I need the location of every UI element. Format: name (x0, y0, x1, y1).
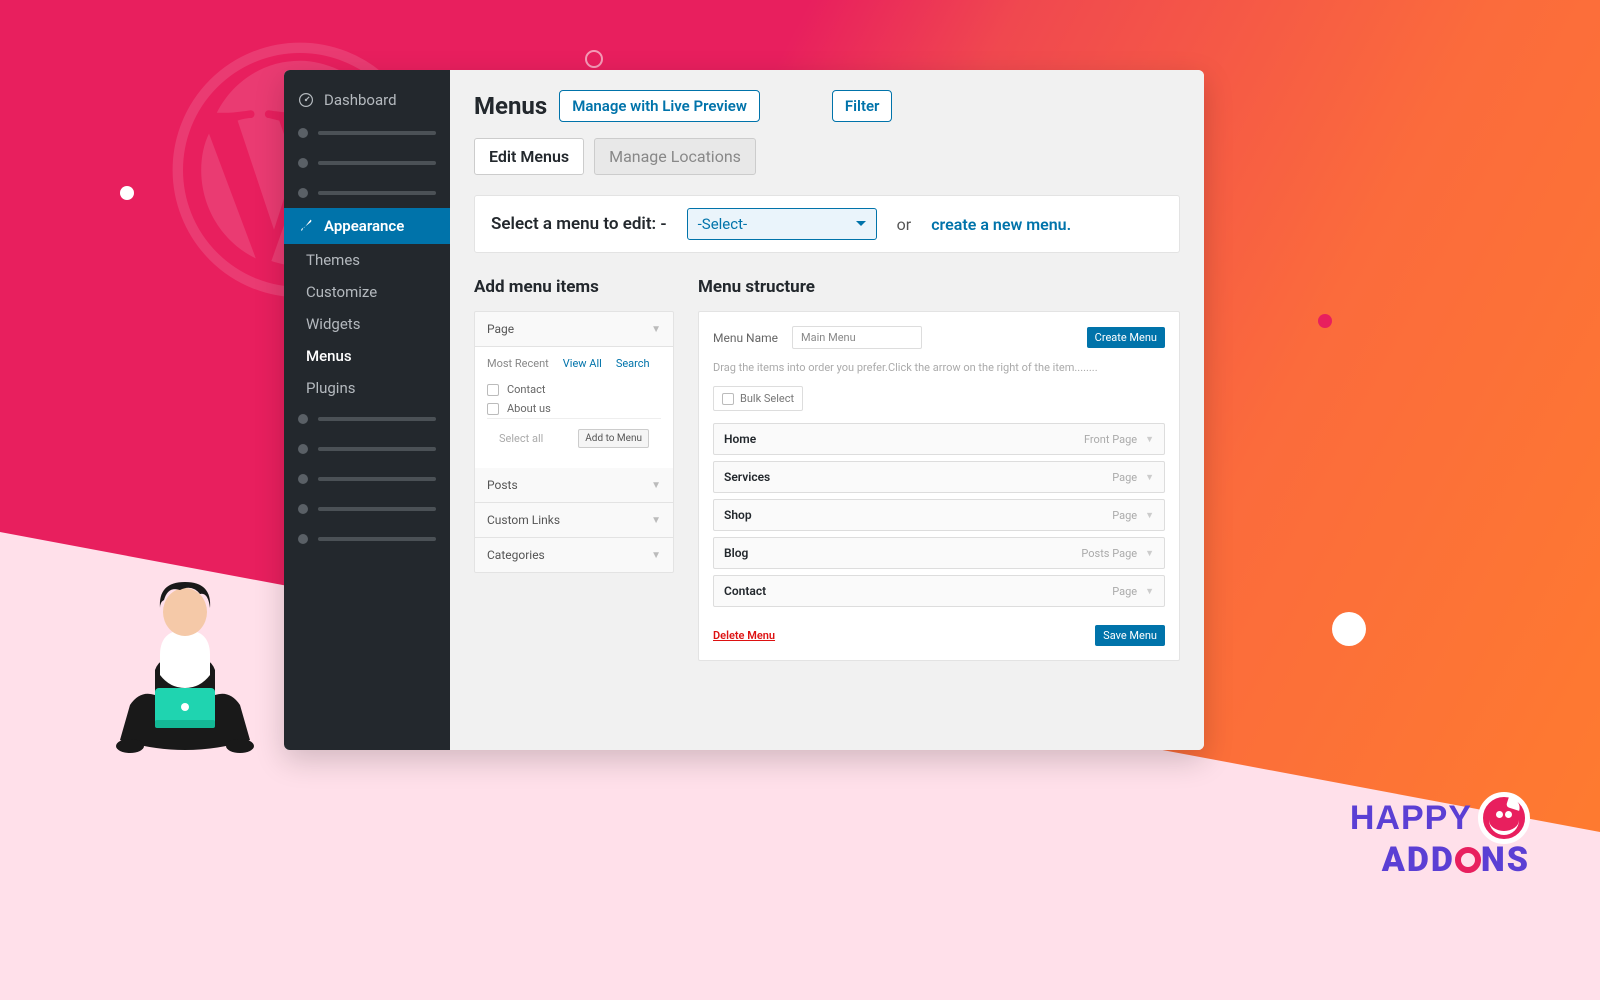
acc-categories-label: Categories (487, 548, 545, 562)
select-all-link[interactable]: Select all (499, 432, 543, 445)
delete-menu-link[interactable]: Delete Menu (713, 629, 775, 642)
acc-posts-label: Posts (487, 478, 518, 492)
checkbox-icon[interactable] (487, 384, 499, 396)
menu-name-label: Menu Name (713, 331, 778, 345)
deco-dot-icon (1318, 314, 1332, 328)
sidebar-placeholder (284, 464, 450, 494)
sidebar-dashboard-label: Dashboard (324, 91, 397, 109)
page-item-contact[interactable]: Contact (487, 380, 661, 399)
menu-structure-heading: Menu structure (698, 277, 1180, 297)
sidebar-placeholder (284, 178, 450, 208)
menu-item-type: Posts Page (1081, 547, 1137, 560)
sidebar-sub-themes[interactable]: Themes (284, 244, 450, 276)
admin-panel: Dashboard Appearance Themes Customize Wi… (284, 70, 1204, 750)
happyaddons-logo: HAPPY ADDNS (1350, 792, 1530, 880)
or-text: or (897, 215, 912, 234)
filter-button[interactable]: Filter (832, 90, 893, 122)
page-item-label: About us (507, 402, 551, 415)
deco-dot-icon (1332, 612, 1366, 646)
menu-item-type: Page (1112, 471, 1137, 484)
tab-most-recent[interactable]: Most Recent (487, 357, 549, 370)
menu-item-label: Contact (724, 584, 766, 598)
admin-sidebar: Dashboard Appearance Themes Customize Wi… (284, 70, 450, 750)
smiley-face-icon (1478, 792, 1530, 844)
chevron-down-icon: ▼ (651, 515, 661, 526)
add-items-heading: Add menu items (474, 277, 674, 297)
menu-structure-panel: Menu Name Create Menu Drag the items int… (698, 311, 1180, 661)
add-items-panel: Page ▼ Most Recent View All Search Conta… (474, 311, 674, 573)
bulk-select-toggle[interactable]: Bulk Select (713, 386, 803, 411)
deco-dot-icon (120, 186, 134, 200)
checkbox-icon[interactable] (722, 393, 734, 405)
menu-item-shop[interactable]: Shop Page ▼ (713, 499, 1165, 531)
person-laptop-illustration (100, 560, 270, 760)
acc-custom-label: Custom Links (487, 513, 560, 527)
page-item-about[interactable]: About us (487, 399, 661, 418)
sidebar-item-dashboard[interactable]: Dashboard (284, 82, 450, 118)
sidebar-sub-widgets[interactable]: Widgets (284, 308, 450, 340)
tab-edit-menus[interactable]: Edit Menus (474, 138, 584, 175)
drag-hint-text: Drag the items into order you prefer.Cli… (713, 361, 1165, 374)
menu-select-dropdown[interactable]: -Select- (687, 208, 877, 240)
brand-addons-text: ADDNS (1382, 840, 1530, 880)
page-item-label: Contact (507, 383, 545, 396)
menu-item-label: Services (724, 470, 770, 484)
menu-item-type: Page (1112, 585, 1137, 598)
tab-search[interactable]: Search (616, 357, 650, 370)
chevron-down-icon: ▼ (651, 324, 661, 335)
chevron-down-icon: ▼ (1145, 548, 1154, 559)
acc-page-label: Page (487, 322, 514, 336)
menu-item-blog[interactable]: Blog Posts Page ▼ (713, 537, 1165, 569)
sidebar-appearance-label: Appearance (324, 217, 404, 235)
sidebar-item-appearance[interactable]: Appearance (284, 208, 450, 244)
sidebar-placeholder (284, 494, 450, 524)
chevron-down-icon: ▼ (1145, 434, 1154, 445)
chevron-down-icon: ▼ (1145, 586, 1154, 597)
create-menu-button[interactable]: Create Menu (1087, 327, 1165, 348)
chevron-down-icon: ▼ (1145, 472, 1154, 483)
menu-select-bar: Select a menu to edit: - -Select- or cre… (474, 195, 1180, 253)
tab-manage-locations[interactable]: Manage Locations (594, 138, 756, 175)
accordion-posts[interactable]: Posts ▼ (475, 468, 673, 503)
menu-item-type: Page (1112, 509, 1137, 522)
sidebar-placeholder (284, 524, 450, 554)
chevron-down-icon: ▼ (651, 550, 661, 561)
brand-happy-text: HAPPY (1350, 799, 1472, 838)
manage-live-preview-button[interactable]: Manage with Live Preview (559, 90, 760, 122)
tab-view-all[interactable]: View All (563, 357, 602, 370)
save-menu-button[interactable]: Save Menu (1095, 625, 1165, 646)
brush-icon (298, 218, 314, 234)
select-menu-label: Select a menu to edit: - (491, 214, 667, 234)
accordion-page[interactable]: Page ▼ (475, 312, 673, 347)
create-new-menu-link[interactable]: create a new menu. (931, 215, 1071, 234)
sidebar-sub-menus[interactable]: Menus (284, 340, 450, 372)
checkbox-icon[interactable] (487, 403, 499, 415)
accordion-categories[interactable]: Categories ▼ (475, 538, 673, 572)
menu-item-contact[interactable]: Contact Page ▼ (713, 575, 1165, 607)
menu-item-type: Front Page (1084, 433, 1137, 446)
menu-item-label: Blog (724, 546, 748, 560)
menu-name-input[interactable] (792, 326, 922, 349)
menu-item-label: Shop (724, 508, 752, 522)
deco-ring-icon (585, 50, 603, 68)
sidebar-placeholder (284, 118, 450, 148)
menu-item-label: Home (724, 432, 756, 446)
chevron-down-icon: ▼ (1145, 510, 1154, 521)
sidebar-placeholder (284, 148, 450, 178)
sidebar-placeholder (284, 404, 450, 434)
page-title: Menus (474, 92, 547, 120)
accordion-custom-links[interactable]: Custom Links ▼ (475, 503, 673, 538)
menu-item-services[interactable]: Services Page ▼ (713, 461, 1165, 493)
main-content: Menus Manage with Live Preview Filter Ed… (450, 70, 1204, 750)
chevron-down-icon: ▼ (651, 480, 661, 491)
menu-item-home[interactable]: Home Front Page ▼ (713, 423, 1165, 455)
sidebar-placeholder (284, 434, 450, 464)
bulk-select-label: Bulk Select (740, 392, 794, 405)
dashboard-icon (298, 92, 314, 108)
sidebar-sub-customize[interactable]: Customize (284, 276, 450, 308)
sidebar-item-plugins[interactable]: Plugins (284, 372, 450, 404)
add-to-menu-button[interactable]: Add to Menu (578, 429, 649, 448)
